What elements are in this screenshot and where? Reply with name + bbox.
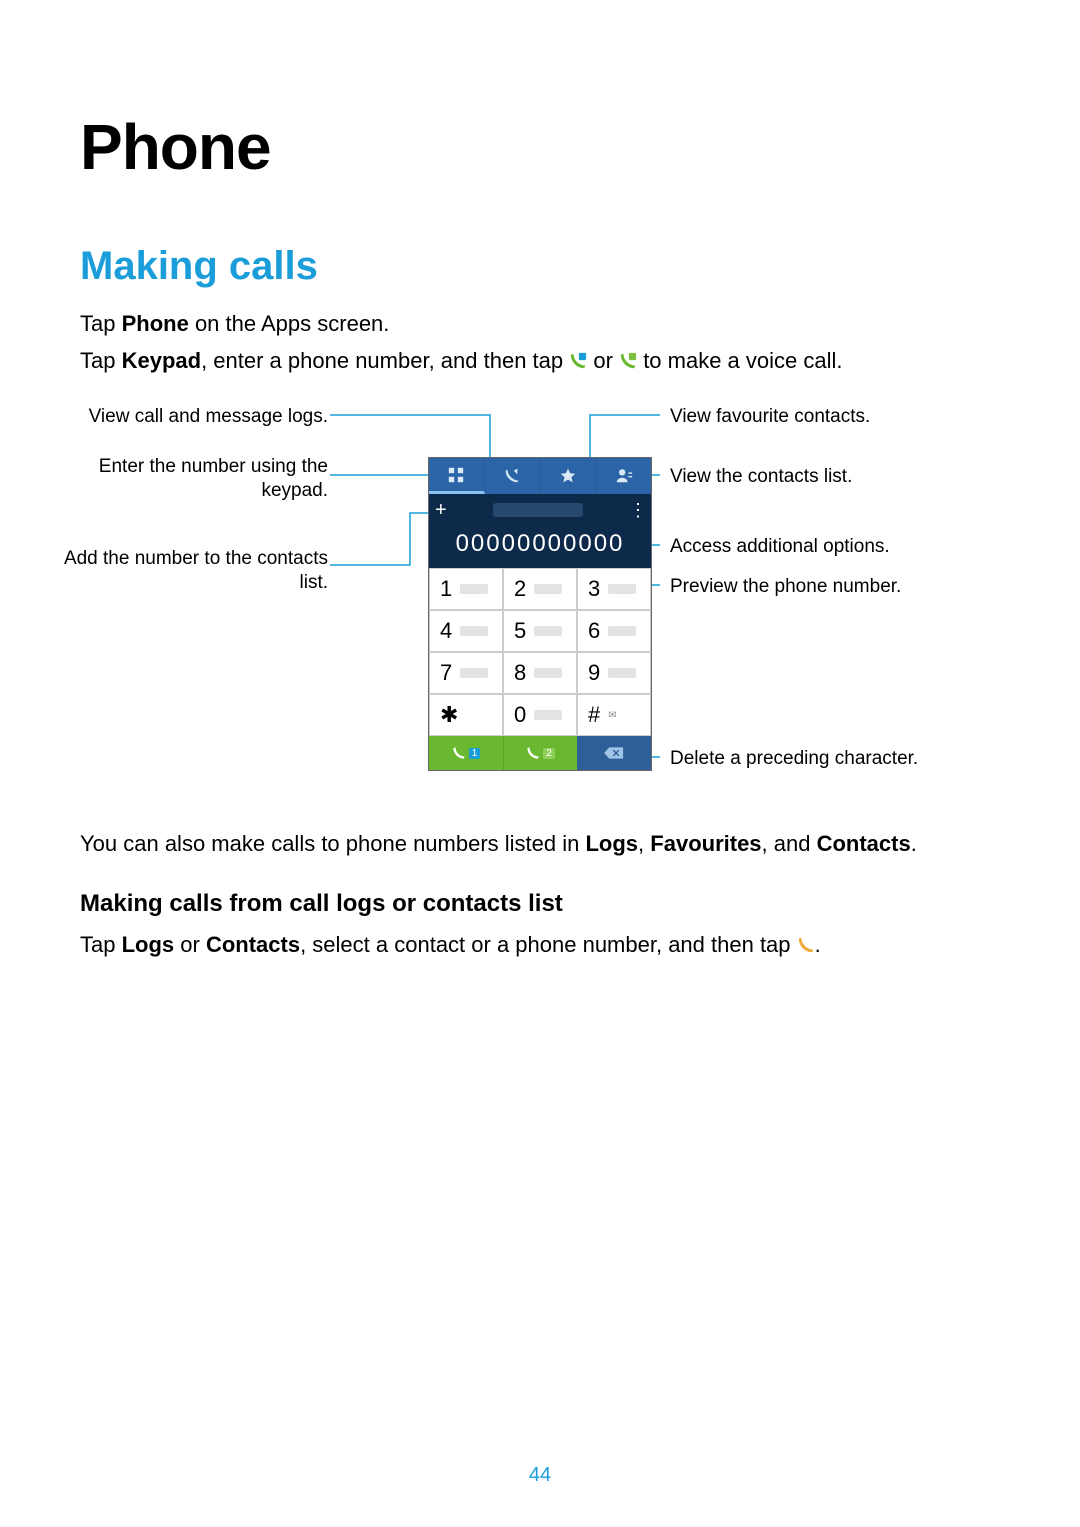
callout-add: Add the number to the contactslist.: [64, 547, 328, 595]
fav-bold: Favourites: [650, 831, 761, 856]
contacts-bold2: Contacts: [206, 932, 300, 957]
add-contact-icon[interactable]: +: [435, 499, 447, 522]
call-sim2-button[interactable]: 2: [503, 736, 577, 770]
tab-keypad[interactable]: [429, 458, 485, 494]
key-3[interactable]: 3: [577, 568, 651, 610]
subsection-heading: Making calls from call logs or contacts …: [80, 890, 1000, 918]
callout-contacts: View the contacts list.: [670, 465, 852, 489]
text: Tap: [80, 348, 122, 373]
subsection-text: Tap Logs or Contacts, select a contact o…: [80, 928, 1000, 961]
text: You can also make calls to phone numbers…: [80, 831, 585, 856]
text: on the Apps screen.: [189, 311, 390, 336]
tab-logs[interactable]: [485, 458, 541, 494]
callout-options: Access additional options.: [670, 535, 890, 559]
key-9[interactable]: 9: [577, 652, 651, 694]
text: ,: [638, 831, 650, 856]
text: , select a contact or a phone number, an…: [300, 932, 797, 957]
call-icon: [797, 930, 815, 948]
phone-tabs: [429, 458, 651, 494]
callout-delete: Delete a preceding character.: [670, 747, 918, 771]
keypad-bold: Keypad: [122, 348, 201, 373]
text: Tap: [80, 932, 122, 957]
manual-page: Phone Making calls Tap Phone on the Apps…: [0, 0, 1080, 1527]
text: .: [911, 831, 917, 856]
text: or: [174, 932, 206, 957]
logs-bold: Logs: [585, 831, 638, 856]
callout-keypad: Enter the number using thekeypad.: [99, 455, 328, 503]
call-sim1-button[interactable]: 1: [429, 736, 503, 770]
key-2[interactable]: 2: [503, 568, 577, 610]
tab-favourites[interactable]: [541, 458, 597, 494]
intro-line-2: Tap Keypad, enter a phone number, and th…: [80, 344, 1000, 377]
call-sim1-icon: [569, 346, 587, 364]
key-1[interactable]: 1: [429, 568, 503, 610]
page-number: 44: [0, 1464, 1080, 1487]
key-4[interactable]: 4: [429, 610, 503, 652]
callout-fav: View favourite contacts.: [670, 405, 870, 429]
phone-app-figure: View call and message logs. Enter the nu…: [80, 397, 1000, 817]
more-options-icon[interactable]: ⋮: [629, 500, 645, 521]
key-hash[interactable]: #✉: [577, 694, 651, 736]
key-6[interactable]: 6: [577, 610, 651, 652]
intro-line-1: Tap Phone on the Apps screen.: [80, 307, 1000, 340]
key-8[interactable]: 8: [503, 652, 577, 694]
contact-name-blur: [493, 503, 583, 517]
action-row: 1 2: [429, 736, 651, 770]
tab-contacts[interactable]: [596, 458, 651, 494]
text: to make a voice call.: [643, 348, 842, 373]
text: or: [593, 348, 619, 373]
add-contact-row: + ⋮: [429, 494, 651, 526]
text: , and: [762, 831, 817, 856]
key-7[interactable]: 7: [429, 652, 503, 694]
backspace-button[interactable]: [577, 736, 651, 770]
number-display: 00000000000: [429, 526, 651, 568]
key-star[interactable]: ✱: [429, 694, 503, 736]
callout-preview: Preview the phone number.: [670, 575, 901, 599]
page-title: Phone: [80, 110, 1000, 184]
text: .: [815, 932, 821, 957]
after-figure-text: You can also make calls to phone numbers…: [80, 827, 1000, 860]
text: , enter a phone number, and then tap: [201, 348, 569, 373]
call-sim2-icon: [619, 346, 637, 364]
callout-logs: View call and message logs.: [89, 405, 328, 429]
phone-bold: Phone: [122, 311, 189, 336]
phone-app-mock: + ⋮ 00000000000 1 2 3 4 5 6 7 8 9 ✱ 0 #✉: [428, 457, 652, 771]
key-5[interactable]: 5: [503, 610, 577, 652]
logs-bold2: Logs: [122, 932, 175, 957]
key-0[interactable]: 0: [503, 694, 577, 736]
text: Tap: [80, 311, 122, 336]
contacts-bold: Contacts: [817, 831, 911, 856]
keypad-grid: 1 2 3 4 5 6 7 8 9 ✱ 0 #✉: [429, 568, 651, 736]
section-heading: Making calls: [80, 244, 1000, 289]
voicemail-icon: ✉: [608, 710, 636, 720]
